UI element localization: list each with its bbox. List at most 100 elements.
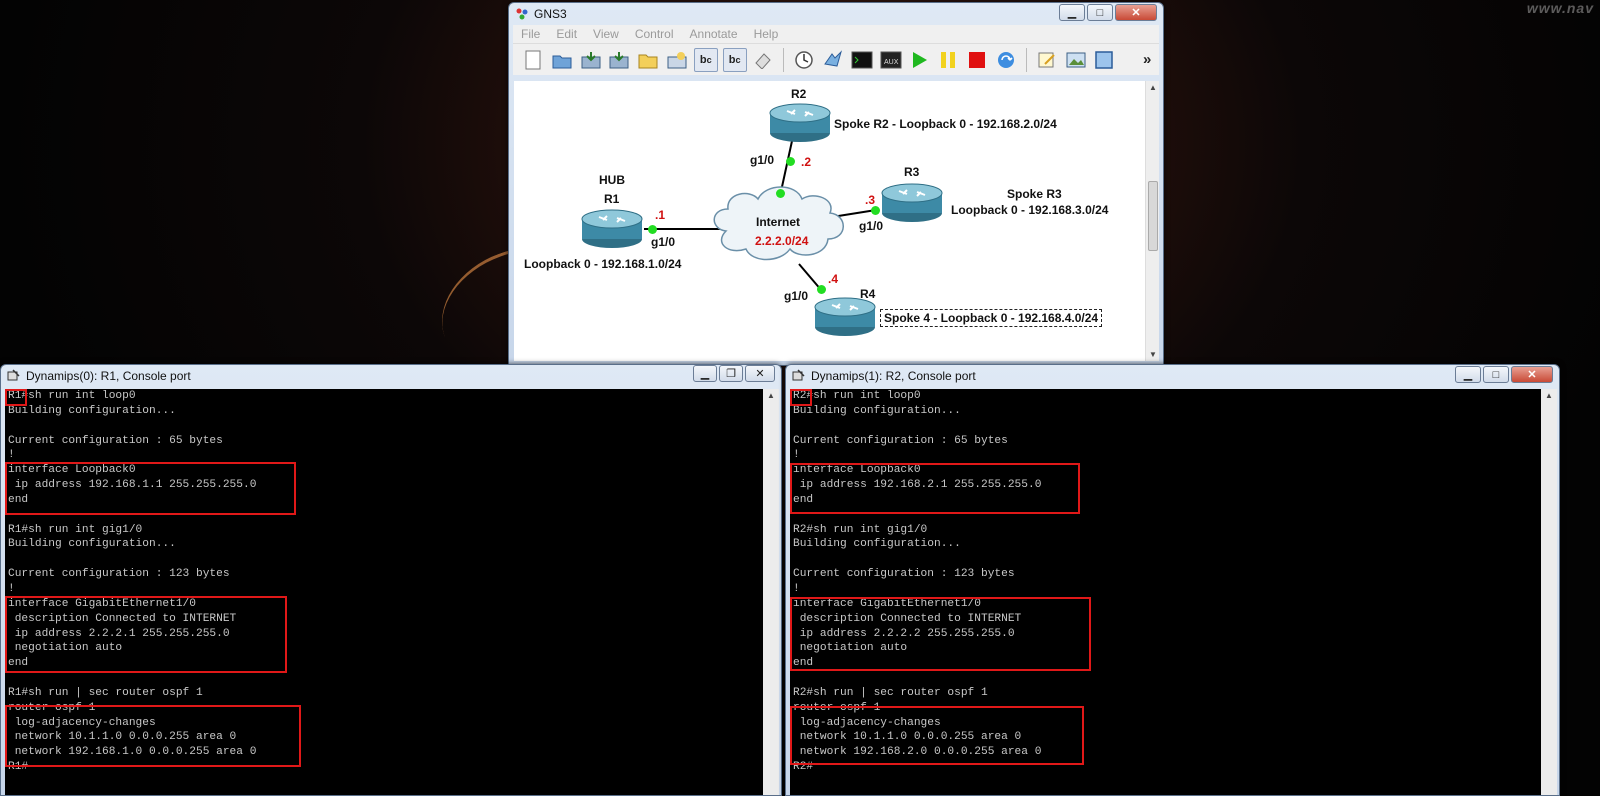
console-r1-controls: ▁ ❐ ✕ [693, 365, 775, 382]
console-r2-titlebar[interactable]: Dynamips(1): R2, Console port [786, 365, 1559, 387]
minimize-button[interactable]: ▁ [693, 365, 717, 382]
more-icon[interactable]: » [1135, 48, 1159, 72]
terminal-line: Current configuration : 123 bytes [793, 568, 1015, 581]
r1-name-label: R1 [604, 192, 620, 206]
new-icon[interactable] [521, 48, 545, 72]
menu-view[interactable]: View [585, 27, 627, 41]
r2-link-dot [786, 157, 795, 166]
r2-ip-label: .2 [801, 155, 812, 169]
gns3-window: GNS3 ▁ □ ✕ File Edit View Control Annota… [508, 2, 1164, 366]
console-r2-title: Dynamips(1): R2, Console port [811, 369, 976, 383]
terminal-line: ! [8, 449, 15, 462]
r4-link-dot [817, 285, 826, 294]
gns3-window-controls: ▁ □ ✕ [1059, 4, 1157, 21]
minimize-button[interactable]: ▁ [1455, 366, 1481, 383]
console-r1-title: Dynamips(0): R1, Console port [26, 369, 191, 383]
terminal-line: R2#sh run int gig1/0 [793, 523, 928, 536]
maximize-button[interactable]: □ [1087, 4, 1113, 21]
menu-help[interactable]: Help [746, 27, 787, 41]
r3-interface-label: g1/0 [859, 219, 884, 233]
scroll-up-icon[interactable]: ▲ [1149, 83, 1157, 92]
image-icon[interactable] [1064, 48, 1088, 72]
link-icon[interactable]: bc [693, 47, 718, 72]
start-icon[interactable] [908, 48, 932, 72]
terminal-line: ! [8, 582, 15, 595]
terminal-line: R2#sh run | sec router ospf 1 [793, 686, 988, 699]
note-icon[interactable] [1035, 48, 1059, 72]
svg-text:AUX: AUX [884, 59, 899, 66]
terminal-line: R1#sh run int loop0 [8, 390, 136, 402]
save-icon[interactable] [579, 48, 603, 72]
scrollbar-thumb[interactable] [1148, 181, 1158, 251]
router-r4-icon[interactable] [814, 297, 876, 337]
close-button[interactable]: ✕ [745, 365, 775, 382]
maximize-button[interactable]: □ [1483, 366, 1509, 383]
minimize-button[interactable]: ▁ [1059, 4, 1085, 21]
folder-icon[interactable] [636, 48, 660, 72]
r1-interface-label: g1/0 [651, 235, 676, 249]
close-button[interactable]: ✕ [1115, 4, 1157, 21]
console-r1-window: Dynamips(0): R1, Console port ▁ ❐ ✕ R1#s… [0, 364, 782, 796]
r2-desc-label: Spoke R2 - Loopback 0 - 192.168.2.0/24 [834, 117, 1057, 131]
r1-link-dot [648, 225, 657, 234]
stop-icon[interactable] [965, 48, 989, 72]
console-r1-titlebar[interactable]: Dynamips(0): R1, Console port [1, 365, 781, 387]
snapshot-icon[interactable] [665, 48, 689, 72]
watermark: www.nav [1526, 0, 1594, 16]
console-r1-terminal[interactable]: R1#sh run int loop0 Building configurati… [5, 389, 763, 795]
gns3-title: GNS3 [534, 7, 567, 21]
scroll-down-icon[interactable]: ▼ [1149, 350, 1157, 359]
r4-interface-label: g1/0 [784, 289, 809, 303]
highlight-prompt [790, 389, 812, 406]
save-as-icon[interactable] [607, 48, 631, 72]
terminal-line: R1#sh run int gig1/0 [8, 523, 143, 536]
console-r2-scrollbar[interactable]: ▲ [1541, 389, 1557, 795]
menu-edit[interactable]: Edit [548, 27, 585, 41]
console-r1-scrollbar[interactable]: ▲ [763, 389, 779, 795]
terminal-line: Current configuration : 123 bytes [8, 568, 230, 581]
internet-net-label: 2.2.2.0/24 [755, 234, 809, 248]
menu-control[interactable]: Control [627, 27, 682, 41]
suspend-icon[interactable] [936, 48, 960, 72]
router-r2-icon[interactable] [769, 103, 831, 143]
r4-name-label: R4 [860, 287, 876, 301]
toolbar-separator [1025, 47, 1027, 72]
menu-file[interactable]: File [513, 27, 548, 41]
hub-label: HUB [599, 173, 625, 187]
close-button[interactable]: ✕ [1511, 366, 1553, 383]
topology-canvas[interactable]: R2 Spoke R2 - Loopback 0 - 192.168.2.0/2… [514, 81, 1146, 361]
open-icon[interactable] [550, 48, 574, 72]
gns3-app-icon [515, 7, 529, 21]
eraser-icon[interactable] [752, 48, 776, 72]
r3-ip-label: .3 [865, 193, 876, 207]
putty-icon [7, 369, 21, 383]
clock-icon[interactable] [792, 48, 816, 72]
terminal-line: R1#sh run | sec router ospf 1 [8, 686, 203, 699]
r4-desc-label[interactable]: Spoke 4 - Loopback 0 - 192.168.4.0/24 [880, 309, 1103, 327]
restore-button[interactable]: ❐ [719, 365, 743, 382]
scroll-up-icon[interactable]: ▲ [1545, 391, 1553, 400]
menu-annotate[interactable]: Annotate [682, 27, 746, 41]
internet-label: Internet [756, 215, 801, 229]
internet-r2-link-dot [776, 189, 785, 198]
aux-icon[interactable]: AUX [879, 48, 903, 72]
rectangle-icon[interactable] [1092, 48, 1116, 72]
router-r3-icon[interactable] [881, 183, 943, 223]
r3-link-dot [871, 206, 880, 215]
terminal-line: Building configuration... [793, 538, 961, 551]
console-r2-terminal[interactable]: R2#sh run int loop0 Building configurati… [790, 389, 1541, 795]
console-r2-window: Dynamips(1): R2, Console port ▁ □ ✕ R2#s… [785, 364, 1560, 796]
scroll-up-icon[interactable]: ▲ [767, 391, 775, 400]
console-icon[interactable] [850, 48, 874, 72]
capture-icon[interactable]: bc [722, 47, 747, 72]
canvas-vertical-scrollbar[interactable]: ▲ ▼ [1145, 81, 1159, 361]
highlight-loopback-config [790, 463, 1080, 514]
reload-icon[interactable] [994, 48, 1018, 72]
router-r1-icon[interactable] [581, 209, 643, 249]
import-icon[interactable] [821, 48, 845, 72]
terminal-line: Building configuration... [8, 538, 176, 551]
r4-ip-label: .4 [828, 272, 839, 286]
putty-icon [792, 369, 806, 383]
